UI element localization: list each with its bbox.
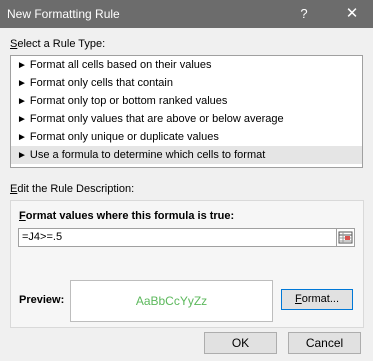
formula-input[interactable]: =J4>=.5: [18, 228, 342, 247]
rule-type-label: Select a Rule Type:: [10, 38, 106, 50]
arrow-icon: ►: [17, 60, 27, 71]
rule-type-item[interactable]: ► Format only values that are above or be…: [11, 110, 362, 128]
preview-label: Preview:: [19, 294, 65, 306]
rule-type-item[interactable]: ► Format only unique or duplicate values: [11, 128, 362, 146]
cancel-button[interactable]: Cancel: [288, 332, 361, 354]
rule-description-label: Edit the Rule Description:: [10, 183, 135, 195]
title-bar: New Formatting Rule ? ✕: [0, 0, 373, 28]
rule-type-item[interactable]: ► Format only top or bottom ranked values: [11, 92, 362, 110]
range-select-icon[interactable]: [336, 228, 355, 247]
rule-description-panel: Format values where this formula is true…: [10, 200, 364, 328]
window-title: New Formatting Rule: [7, 7, 120, 21]
format-button[interactable]: Format...: [281, 289, 353, 310]
arrow-icon: ►: [17, 78, 27, 89]
rule-type-item-selected[interactable]: ► Use a formula to determine which cells …: [11, 146, 362, 164]
formula-label: Format values where this formula is true…: [19, 210, 235, 222]
ok-button[interactable]: OK: [204, 332, 277, 354]
close-button[interactable]: ✕: [339, 4, 365, 24]
arrow-icon: ►: [17, 132, 27, 143]
arrow-icon: ►: [17, 150, 27, 161]
help-button[interactable]: ?: [294, 6, 314, 22]
arrow-icon: ►: [17, 96, 27, 107]
rule-type-item[interactable]: ► Format all cells based on their values: [11, 56, 362, 74]
arrow-icon: ►: [17, 114, 27, 125]
preview-box: AaBbCcYyZz: [70, 280, 273, 322]
rule-type-list[interactable]: ► Format all cells based on their values …: [10, 55, 363, 168]
rule-type-item[interactable]: ► Format only cells that contain: [11, 74, 362, 92]
